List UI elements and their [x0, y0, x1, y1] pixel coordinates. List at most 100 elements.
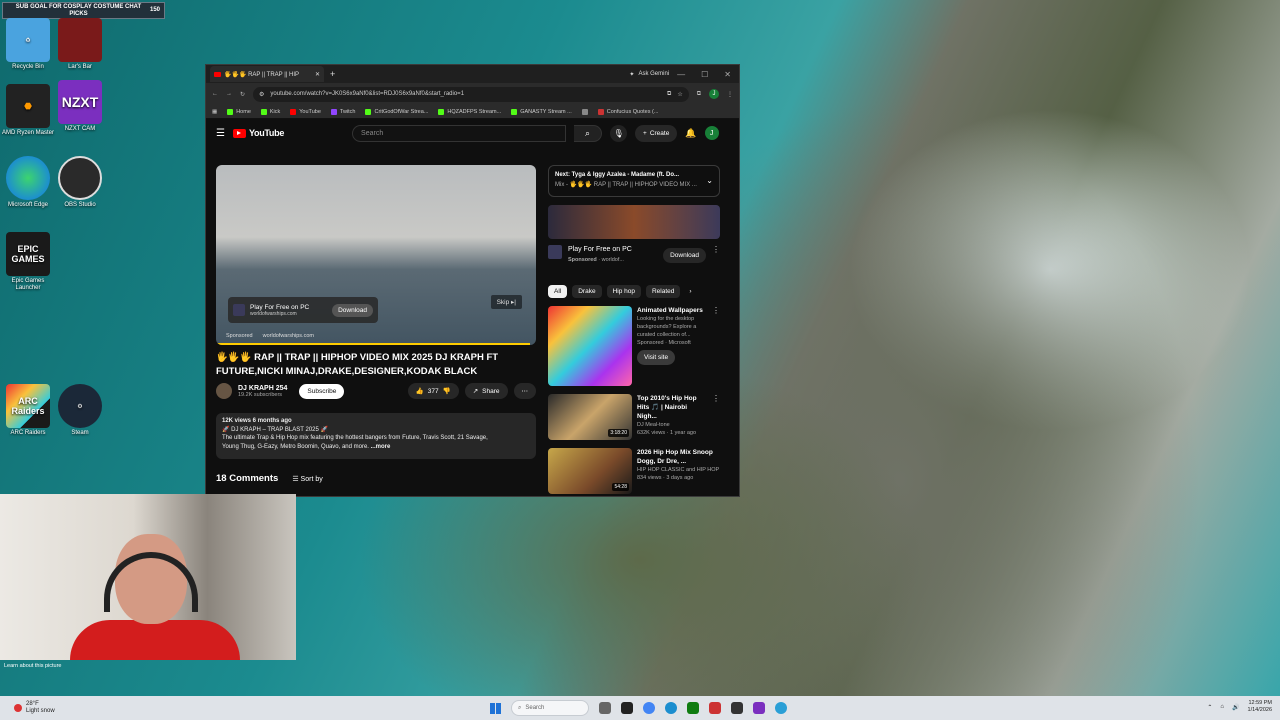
bookmark-item[interactable]: Kick — [260, 108, 280, 115]
file-explorer-icon[interactable] — [621, 702, 633, 714]
sidebar-ad-title[interactable]: Play For Free on PC — [568, 246, 632, 253]
install-app-icon[interactable]: ⧉ — [667, 91, 671, 98]
player-ad-download-button[interactable]: Download — [332, 303, 373, 317]
reload-icon[interactable]: ↻ — [240, 91, 245, 98]
bookmark-item[interactable]: Twitch — [330, 108, 355, 115]
app-icon[interactable] — [709, 702, 721, 714]
recommendation-thumbnail[interactable]: 54:28 — [548, 448, 632, 494]
new-tab-button[interactable]: + — [330, 69, 335, 79]
chip-hip-hop[interactable]: Hip hop — [606, 285, 641, 298]
sidebar-ad-banner[interactable] — [548, 205, 720, 239]
menu-icon[interactable]: ⋮ — [727, 91, 733, 98]
back-icon[interactable]: ← — [212, 91, 218, 97]
share-button[interactable]: ↗ Share — [464, 383, 508, 399]
ad-progress-bar — [216, 343, 530, 345]
kebab-menu-icon[interactable]: ⋮ — [712, 245, 720, 254]
profile-avatar[interactable]: J — [709, 89, 719, 99]
hamburger-menu-icon[interactable]: ☰ — [216, 128, 225, 139]
recommendation-thumbnail[interactable] — [548, 306, 632, 386]
user-avatar[interactable]: J — [704, 126, 719, 140]
search-icon: ⌕ — [518, 704, 522, 711]
description-more-link[interactable]: ...more — [371, 444, 391, 450]
close-window-icon[interactable]: ✕ — [724, 70, 731, 79]
app-icon[interactable] — [753, 702, 765, 714]
learn-about-picture-link[interactable]: Learn about this picture — [4, 663, 64, 670]
channel-avatar[interactable] — [216, 383, 232, 399]
app-icon[interactable] — [775, 702, 787, 714]
chevron-down-icon[interactable]: ⌄ — [706, 176, 713, 186]
clock-date: 1/14/2026 — [1247, 707, 1272, 713]
clock[interactable]: 12:59 PM 1/14/2026 — [1248, 700, 1272, 714]
create-button[interactable]: + Create — [635, 124, 678, 142]
desktop-icon-arc-raiders[interactable]: ARC Raiders ARC Raiders — [0, 384, 56, 437]
like-dislike-control[interactable]: 👍 377 👎 — [407, 383, 459, 399]
skip-label: Skip — [496, 299, 510, 306]
bookmark-item[interactable]: CritGodOfWar Strea... — [365, 108, 428, 115]
video-description[interactable]: 12K views 6 months ago 🚀 DJ KRAPH – TRAP… — [216, 413, 536, 459]
desktop-icon-lars-bar[interactable]: Lar's Bar — [52, 18, 108, 71]
player-ad-card[interactable]: Play For Free on PC worldofwarships.com … — [228, 297, 378, 323]
sidebar-ad-download-button[interactable]: Download — [663, 248, 706, 263]
visit-site-button[interactable]: Visit site — [637, 350, 676, 365]
desktop-icon-steam[interactable]: ⚙ Steam — [52, 384, 108, 437]
skip-ad-button[interactable]: Skip ▸| — [490, 295, 522, 309]
speaker-icon[interactable]: 🔊 — [1232, 704, 1239, 711]
desktop-icon-nzxt-cam[interactable]: NZXT NZXT CAM — [52, 80, 108, 133]
apps-grid-icon[interactable]: ▦ — [212, 109, 217, 115]
desktop-icon-amd-ryzen[interactable]: ⬣ AMD Ryzen Master — [0, 84, 56, 137]
subscribe-button[interactable]: Subscribe — [299, 383, 345, 399]
desktop-icon-obs[interactable]: OBS Studio — [52, 156, 108, 209]
desktop-icon-recycle-bin[interactable]: ♻ Recycle Bin — [0, 18, 56, 71]
desktop-icon-epic-games[interactable]: EPIC GAMES Epic Games Launcher — [0, 232, 56, 292]
sort-by-button[interactable]: ☰ Sort by — [292, 475, 322, 483]
close-tab-icon[interactable]: ✕ — [315, 71, 320, 78]
search-input[interactable]: Search — [352, 124, 567, 142]
site-info-icon[interactable]: ⚙ — [259, 91, 264, 98]
desktop-icon-edge[interactable]: Microsoft Edge — [0, 156, 56, 209]
like-icon[interactable]: 👍 — [416, 387, 424, 395]
weather-widget[interactable]: 28°F Light snow — [14, 701, 55, 715]
chrome-icon[interactable] — [643, 702, 655, 714]
dislike-icon[interactable]: 👎 — [443, 387, 451, 395]
bookmark-item[interactable]: Home — [227, 108, 251, 115]
terminal-icon[interactable] — [731, 702, 743, 714]
extensions-icon[interactable]: ⧉ — [697, 91, 701, 98]
tab-youtube[interactable]: 🖐🖐🖐 RAP || TRAP || HIP ✕ — [210, 66, 324, 82]
bookmark-item[interactable]: YouTube — [290, 108, 321, 115]
channel-name[interactable]: DJ KRAPH 254 — [238, 385, 287, 392]
bookmark-item[interactable]: HQZADFPS Stream... — [438, 108, 501, 115]
chip-drake[interactable]: Drake — [572, 285, 602, 298]
chip-related[interactable]: Related — [645, 285, 681, 298]
bookmark-item[interactable]: GANASTY Stream ... — [511, 108, 572, 115]
recommendation-item[interactable]: 3:18:20 Top 2010's Hip Hop Hits 🎵 | Nair… — [548, 394, 720, 440]
ask-gemini-button[interactable]: ✦ Ask Gemini — [629, 71, 669, 78]
edge-icon[interactable] — [665, 702, 677, 714]
youtube-logo[interactable]: YouTube — [232, 128, 284, 138]
taskbar-search[interactable]: ⌕ Search — [511, 700, 589, 716]
recommendation-item[interactable]: 54:28 2026 Hip Hop Mix Snoop Dogg, Dr Dr… — [548, 448, 720, 494]
recommendation-thumbnail[interactable]: 3:18:20 — [548, 394, 632, 440]
xbox-icon[interactable] — [687, 702, 699, 714]
search-button[interactable]: ⌕ — [574, 124, 603, 142]
kebab-menu-icon[interactable]: ⋮ — [712, 306, 720, 386]
network-icon[interactable]: ⌂ — [1220, 704, 1224, 710]
task-view-icon[interactable] — [599, 702, 611, 714]
address-bar[interactable]: ⚙ youtube.com/watch?v=JK0S6x9aNf0&list=R… — [253, 86, 689, 102]
bookmark-item[interactable]: Confucius Quotes (... — [597, 108, 658, 115]
forward-icon[interactable]: → — [226, 91, 232, 97]
recommendation-item[interactable]: Animated Wallpapers Looking for the desk… — [548, 306, 720, 386]
minimize-icon[interactable]: — — [677, 70, 685, 79]
chip-all[interactable]: All — [548, 285, 568, 298]
voice-search-button[interactable]: 🎙 — [610, 124, 628, 142]
video-player[interactable]: Play For Free on PC worldofwarships.com … — [216, 165, 536, 345]
more-actions-button[interactable]: ⋯ — [513, 383, 536, 399]
maximize-icon[interactable]: ☐ — [701, 70, 708, 79]
chevron-right-icon[interactable]: › — [689, 288, 691, 295]
windows-start-icon[interactable] — [490, 702, 501, 714]
bookmark-star-icon[interactable]: ☆ — [677, 91, 682, 98]
up-next-mix[interactable]: Next: Tyga & Iggy Azalea - Madame (ft. D… — [548, 165, 720, 197]
kebab-menu-icon[interactable]: ⋮ — [712, 394, 720, 440]
bookmark-item[interactable] — [581, 108, 588, 115]
notifications-bell-icon[interactable]: 🔔 — [685, 128, 696, 139]
chevron-up-icon[interactable]: ⌃ — [1207, 704, 1212, 711]
